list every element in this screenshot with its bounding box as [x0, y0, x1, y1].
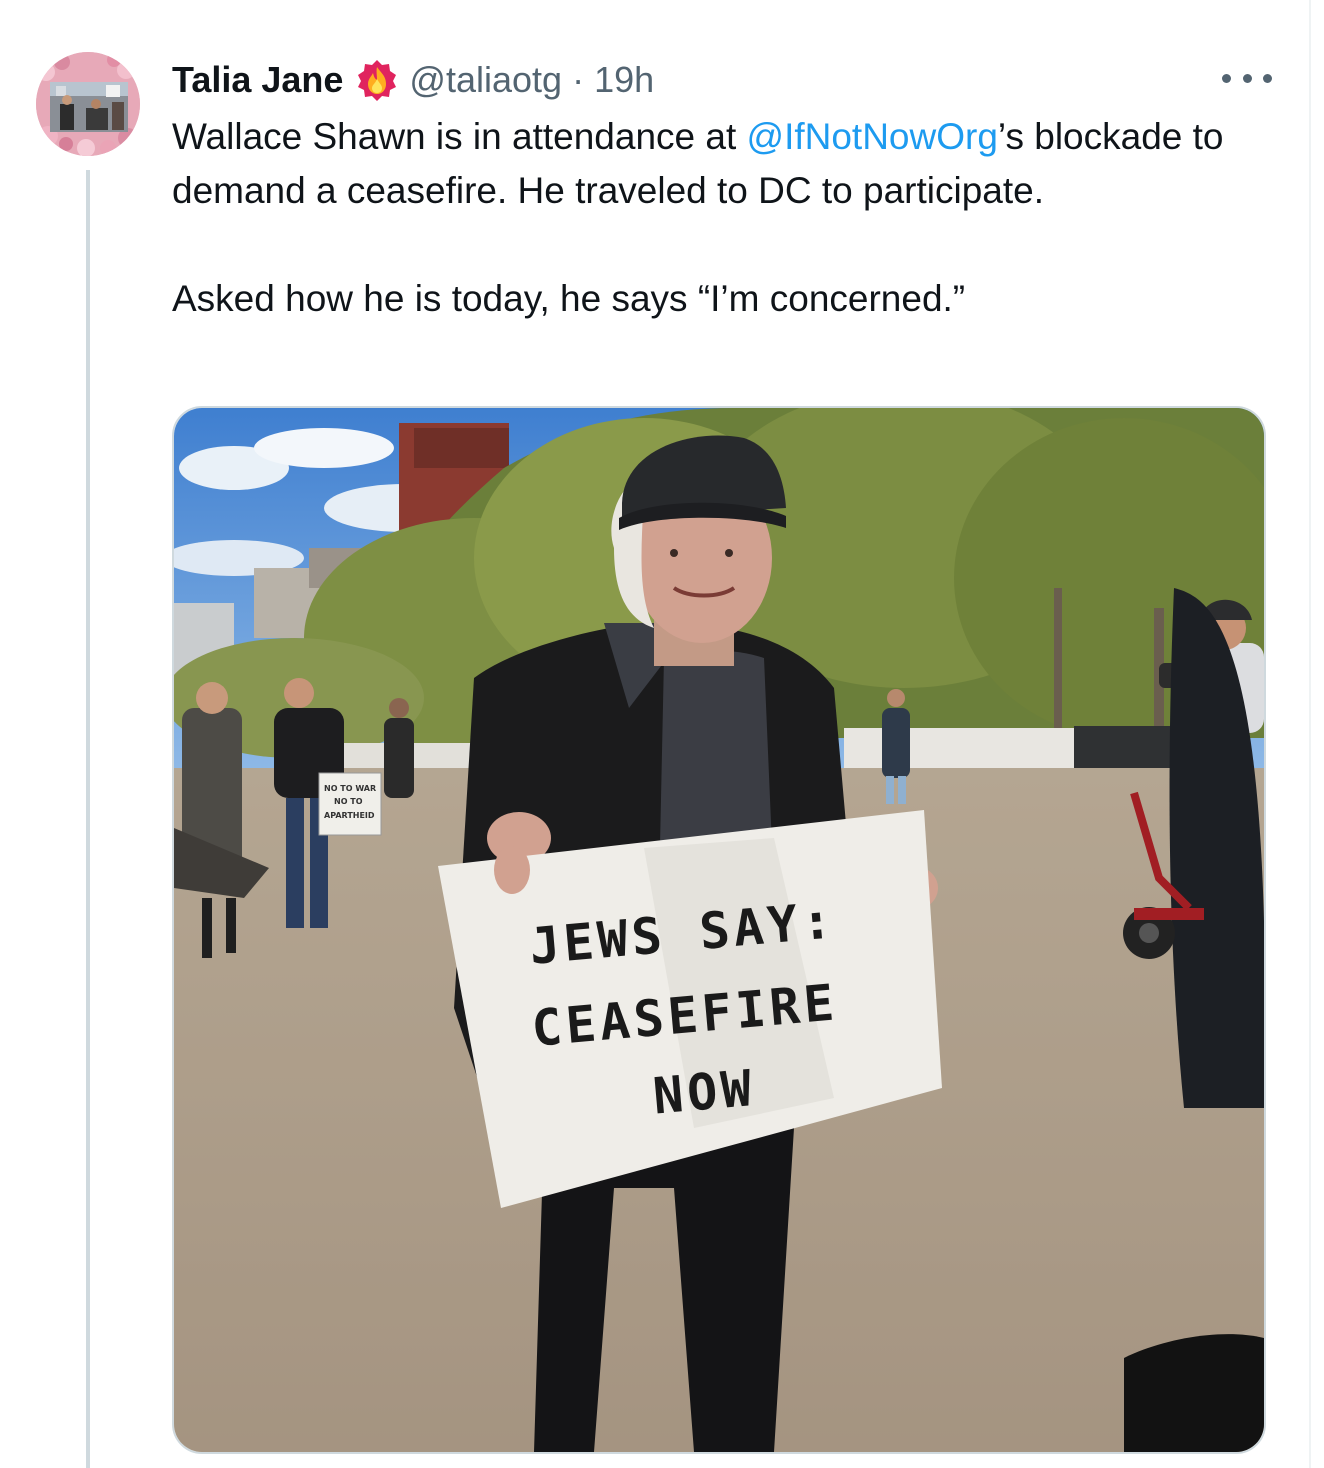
header-separator: · — [572, 59, 585, 100]
author-name[interactable]: Talia Jane — [172, 59, 343, 101]
more-dot — [1263, 73, 1272, 83]
flame-badge-icon[interactable] — [355, 58, 399, 102]
tweet-body: Wallace Shawn is in attendance at @IfNot… — [172, 110, 1262, 326]
tweet-header: Talia Jane @taliaotg · 19h — [172, 56, 654, 104]
tweet-photo[interactable]: NO TO WAR NO TO APARTHEID JEWS SAY: CEAS… — [172, 406, 1266, 1454]
tweet-paragraph-2: Asked how he is today, he says “I’m conc… — [172, 278, 966, 319]
small-sign-line: NO TO WAR — [324, 784, 376, 793]
more-options-icon[interactable] — [1222, 60, 1272, 96]
author-avatar[interactable] — [36, 52, 140, 156]
small-sign-line: APARTHEID — [324, 811, 375, 820]
timeline-border — [1309, 0, 1311, 1468]
tweet-text-lead: Wallace Shawn is in attendance at — [172, 116, 747, 157]
sign-text-line-3: NOW — [651, 1059, 758, 1126]
mention-link[interactable]: @IfNotNowOrg — [747, 116, 998, 157]
thread-connector-line — [86, 170, 90, 1468]
small-sign-line: NO TO — [334, 797, 363, 806]
tweet-paragraph-1: Wallace Shawn is in attendance at @IfNot… — [172, 110, 1262, 218]
more-dot — [1242, 73, 1252, 83]
author-handle[interactable]: @taliaotg — [409, 59, 562, 101]
tweet-timestamp[interactable]: 19h — [594, 59, 654, 101]
more-dot — [1222, 73, 1231, 83]
